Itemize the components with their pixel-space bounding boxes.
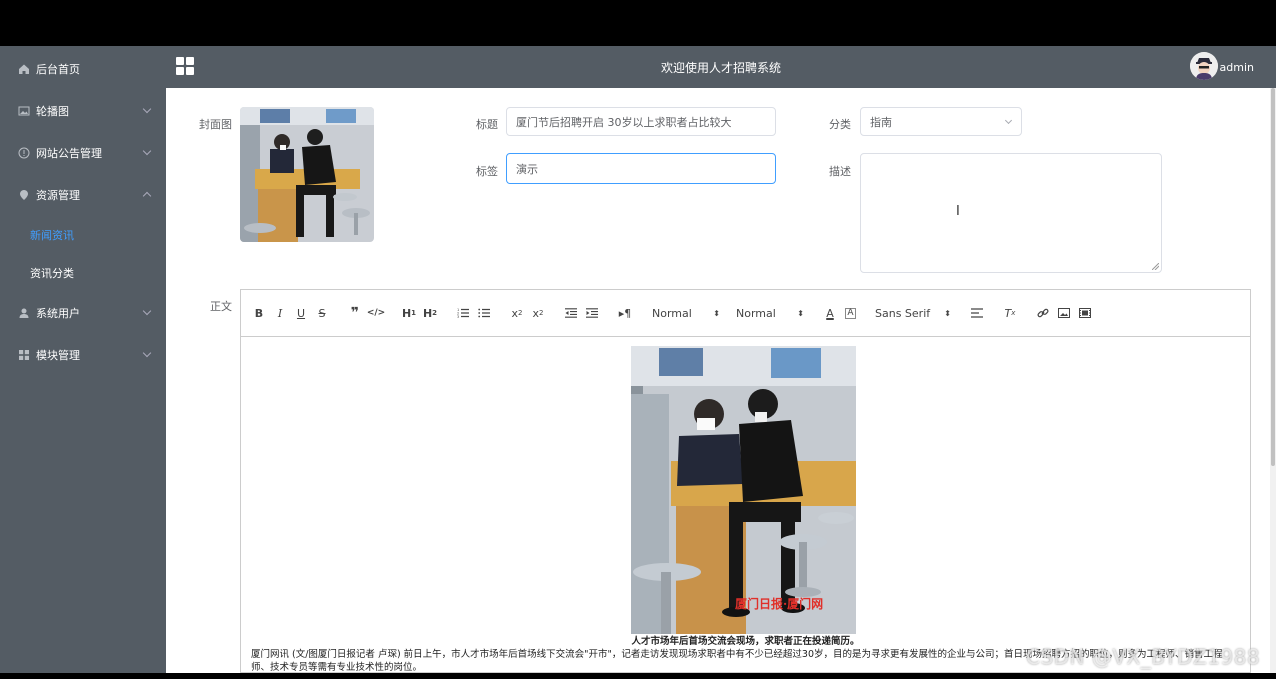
chevron-down-icon bbox=[142, 348, 152, 358]
editor-toolbar: B I U S ❞ </> H1 H2 123 x2 x2 ▸¶ Normal … bbox=[241, 290, 1250, 337]
editor-content[interactable]: 厦门日报·厦门网 人才市场年后首场交流会现场，求职者正在投递简历。 厦门网讯 (… bbox=[241, 337, 1250, 673]
sidebar-item-resources[interactable]: 资源管理 bbox=[0, 174, 166, 216]
page-title: 欢迎使用人才招聘系统 bbox=[660, 61, 781, 75]
sidebar-item-label: 后台首页 bbox=[36, 63, 80, 76]
sidebar: 后台首页 轮播图 网站公告管理 资源管理 新闻资讯 资讯分类 系统用户 模块管理 bbox=[0, 46, 166, 673]
updown-icon: ⬍ bbox=[797, 308, 804, 318]
text-cursor-icon: I bbox=[956, 204, 960, 219]
blockquote-icon[interactable]: ❞ bbox=[345, 303, 365, 323]
sidebar-subitem-label: 资讯分类 bbox=[30, 267, 74, 280]
bullet-list-icon[interactable] bbox=[474, 303, 494, 323]
link-icon[interactable] bbox=[1033, 303, 1053, 323]
article-image: 厦门日报·厦门网 bbox=[631, 346, 856, 634]
sidebar-item-label: 系统用户 bbox=[36, 307, 80, 320]
updown-icon: ⬍ bbox=[713, 308, 720, 318]
font-select[interactable]: Sans Serif ⬍ bbox=[871, 303, 955, 323]
scrollbar-thumb[interactable] bbox=[1271, 88, 1275, 466]
grid-icon bbox=[18, 349, 30, 361]
text-direction-icon[interactable]: ▸¶ bbox=[615, 303, 635, 323]
align-icon[interactable] bbox=[967, 303, 987, 323]
header-select-value: Normal bbox=[652, 306, 692, 320]
font-select-value: Sans Serif bbox=[875, 306, 931, 320]
avatar[interactable] bbox=[1190, 52, 1218, 80]
sidebar-item-label: 网站公告管理 bbox=[36, 147, 102, 160]
description-textarea[interactable]: I bbox=[860, 153, 1162, 273]
info-icon bbox=[18, 147, 30, 159]
svg-text:3: 3 bbox=[457, 315, 459, 318]
sidebar-item-carousel[interactable]: 轮播图 bbox=[0, 90, 166, 132]
body-label: 正文 bbox=[210, 300, 232, 313]
category-select[interactable]: 指南 bbox=[860, 107, 1022, 136]
outdent-icon[interactable] bbox=[561, 303, 581, 323]
size-select[interactable]: Normal ⬍ bbox=[732, 303, 808, 323]
tag-label: 标签 bbox=[476, 165, 498, 178]
cover-label: 封面图 bbox=[199, 118, 232, 131]
sidebar-subitem-news[interactable]: 新闻资讯 bbox=[0, 216, 166, 254]
chevron-down-icon bbox=[142, 146, 152, 156]
chevron-down-icon bbox=[142, 104, 152, 114]
image-icon bbox=[18, 105, 30, 117]
size-select-value: Normal bbox=[736, 306, 776, 320]
italic-icon[interactable]: I bbox=[270, 303, 290, 323]
background-color-icon[interactable]: A bbox=[845, 307, 856, 319]
home-icon bbox=[18, 63, 30, 75]
category-label: 分类 bbox=[829, 118, 851, 131]
header-1-icon[interactable]: H1 bbox=[399, 303, 419, 323]
sidebar-item-announcements[interactable]: 网站公告管理 bbox=[0, 132, 166, 174]
header-select[interactable]: Normal ⬍ bbox=[648, 303, 724, 323]
indent-icon[interactable] bbox=[582, 303, 602, 323]
sidebar-item-system-users[interactable]: 系统用户 bbox=[0, 292, 166, 334]
sidebar-item-label: 轮播图 bbox=[36, 105, 69, 118]
updown-icon: ⬍ bbox=[944, 308, 951, 318]
category-select-value: 指南 bbox=[870, 115, 892, 129]
chevron-down-icon bbox=[142, 306, 152, 316]
sidebar-subitem-label: 新闻资讯 bbox=[30, 229, 74, 242]
username[interactable]: admin bbox=[1220, 61, 1254, 74]
subscript-icon[interactable]: x2 bbox=[507, 303, 527, 323]
font-color-icon[interactable]: A bbox=[820, 303, 840, 323]
resize-handle-icon[interactable] bbox=[1152, 263, 1159, 270]
screen-top-bar bbox=[0, 0, 1276, 46]
video-insert-icon[interactable] bbox=[1075, 303, 1095, 323]
main-form: 封面图 标题 厦门节后招聘开启 30岁以上求职者占比较大 分类 指南 标签 演示… bbox=[166, 88, 1270, 673]
strikethrough-icon[interactable]: S bbox=[312, 303, 332, 323]
header-2-icon[interactable]: H2 bbox=[420, 303, 440, 323]
top-header: 欢迎使用人才招聘系统 admin bbox=[166, 46, 1276, 88]
sidebar-item-label: 模块管理 bbox=[36, 349, 80, 362]
sidebar-subitem-news-category[interactable]: 资讯分类 bbox=[0, 254, 166, 292]
chevron-down-icon bbox=[1004, 116, 1013, 125]
image-insert-icon[interactable] bbox=[1054, 303, 1074, 323]
underline-icon[interactable]: U bbox=[291, 303, 311, 323]
clear-format-icon[interactable]: Tx bbox=[1000, 303, 1020, 323]
chevron-up-icon bbox=[142, 191, 152, 201]
title-label: 标题 bbox=[476, 118, 498, 131]
sidebar-item-home[interactable]: 后台首页 bbox=[0, 48, 166, 90]
title-input[interactable]: 厦门节后招聘开启 30岁以上求职者占比较大 bbox=[506, 107, 776, 136]
screen-bottom-bar bbox=[0, 673, 1276, 679]
location-icon bbox=[18, 189, 30, 201]
rich-text-editor: B I U S ❞ </> H1 H2 123 x2 x2 ▸¶ Normal … bbox=[240, 289, 1251, 673]
sidebar-item-label: 资源管理 bbox=[36, 189, 80, 202]
user-icon bbox=[18, 307, 30, 319]
csdn-watermark: CSDN @VX_BYDZ1988 bbox=[1026, 645, 1261, 669]
superscript-icon[interactable]: x2 bbox=[528, 303, 548, 323]
description-label: 描述 bbox=[829, 165, 851, 178]
sidebar-item-modules[interactable]: 模块管理 bbox=[0, 334, 166, 376]
cover-image-upload[interactable] bbox=[240, 107, 374, 242]
page-scrollbar[interactable] bbox=[1270, 88, 1276, 673]
ordered-list-icon[interactable]: 123 bbox=[453, 303, 473, 323]
image-watermark: 厦门日报·厦门网 bbox=[735, 596, 823, 611]
bold-icon[interactable]: B bbox=[249, 303, 269, 323]
code-block-icon[interactable]: </> bbox=[366, 303, 386, 323]
tag-input[interactable]: 演示 bbox=[506, 153, 776, 184]
